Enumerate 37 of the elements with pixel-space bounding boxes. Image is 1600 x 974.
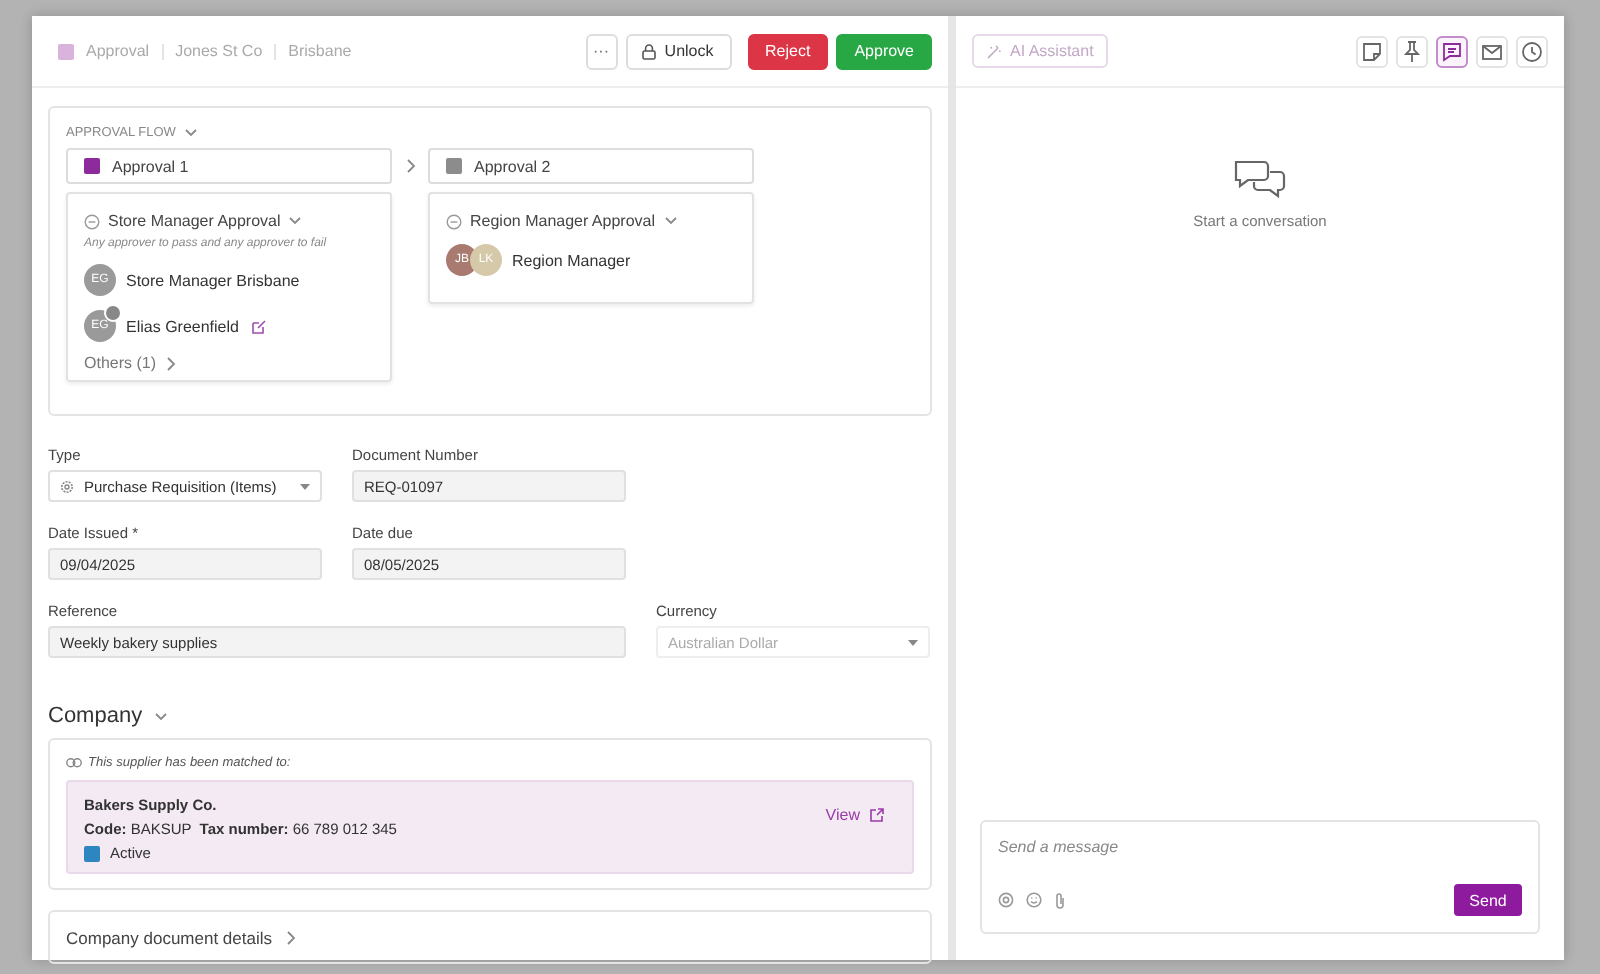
chevron-icon [405, 158, 415, 174]
approver-name: Store Manager Brisbane [126, 271, 300, 289]
caret-icon [288, 216, 303, 226]
status-square-icon [58, 43, 74, 59]
gear-icon [60, 479, 74, 493]
edit-icon[interactable] [252, 319, 267, 333]
emoji-icon[interactable] [1026, 892, 1042, 908]
dropdown-caret-icon [908, 639, 918, 645]
magic-wand-icon [986, 43, 1002, 59]
dropdown-caret-icon [300, 483, 310, 489]
approver-name: Elias Greenfield [126, 317, 239, 335]
minus-circle-icon [84, 213, 100, 229]
external-link-icon [870, 808, 884, 822]
lock-icon [642, 43, 657, 59]
others-link[interactable]: Others (1) [84, 354, 157, 372]
caret-icon [663, 216, 678, 226]
danger-button[interactable]: Reject [747, 33, 829, 69]
unlock-button[interactable]: Unlock [625, 33, 732, 69]
at-icon[interactable] [998, 892, 1014, 908]
section-title: Company [48, 704, 143, 728]
stage-header[interactable]: Approval 2 [428, 148, 754, 184]
collapsible-section[interactable]: Company document details [48, 910, 932, 964]
conversation-icon [1232, 156, 1288, 200]
caret-icon [154, 711, 169, 721]
minus-circle-icon [446, 213, 462, 229]
chevron-icon [166, 355, 177, 371]
approver-name: Region Manager [512, 251, 631, 269]
caret-icon [183, 128, 198, 138]
more-button[interactable]: ··· [585, 33, 618, 69]
step-title: Region Manager Approval [470, 212, 656, 230]
step-title: Store Manager Approval [108, 212, 281, 230]
send-button[interactable]: Send [1454, 884, 1522, 916]
link-icon [66, 758, 82, 768]
view-link[interactable]: View [825, 806, 884, 824]
toolbar-tab[interactable] [1436, 35, 1468, 67]
stage-header[interactable]: Approval 1 [66, 148, 392, 184]
paperclip-icon[interactable] [1054, 891, 1066, 909]
